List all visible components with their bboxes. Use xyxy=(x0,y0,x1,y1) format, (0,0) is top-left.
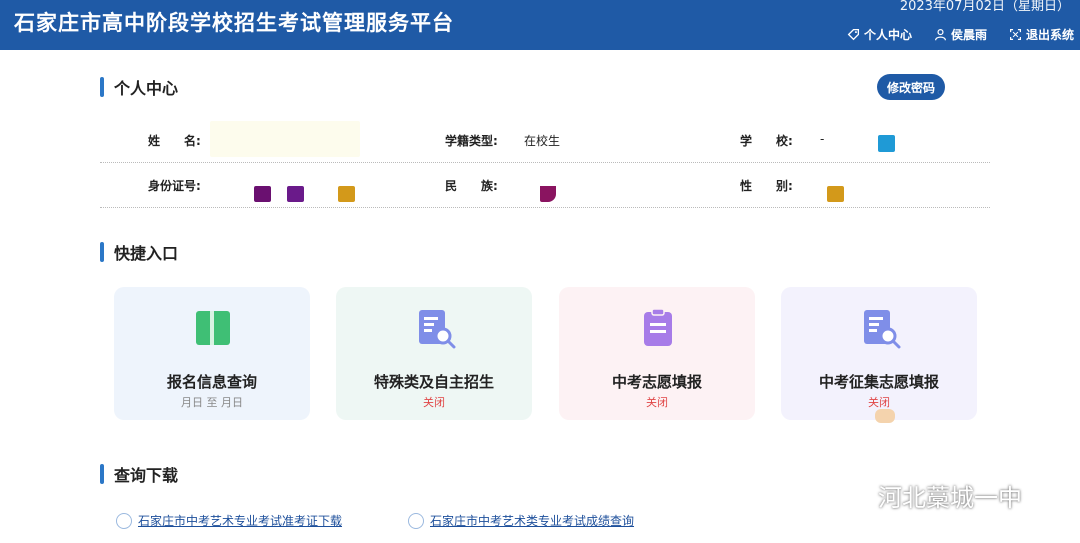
card-status: 月日 至 月日 xyxy=(181,396,243,409)
gender-redacted xyxy=(827,186,844,202)
id-redacted-1 xyxy=(254,186,271,202)
heading-accent-bar xyxy=(100,242,104,262)
heading-accent-bar xyxy=(100,464,104,484)
personal-center-heading: 个人中心 xyxy=(100,75,178,99)
card-title: 特殊类及自主招生 xyxy=(373,373,494,391)
watermark-text: 河北藁城一中 xyxy=(878,484,1022,512)
nav-logout[interactable]: 退出系统 xyxy=(1009,26,1074,43)
top-nav: 个人中心 侯晨雨 退出系统 xyxy=(847,26,1074,43)
card-status: 关闭 xyxy=(868,396,890,409)
card-status: 关闭 xyxy=(423,396,445,409)
user-icon xyxy=(934,29,946,41)
card-special-admission[interactable]: 特殊类及自主招生 关闭 xyxy=(336,287,532,420)
student-type-value: 在校生 xyxy=(524,134,561,148)
current-date: 2023年07月02日（星期日） xyxy=(899,0,1070,14)
id-redacted-3 xyxy=(338,186,355,202)
nav-personal-center[interactable]: 个人中心 xyxy=(847,26,912,43)
name-label: 姓 名: xyxy=(148,134,201,148)
card-status: 关闭 xyxy=(646,396,668,409)
cursor-redacted xyxy=(875,409,895,423)
shortcuts-heading: 快捷入口 xyxy=(100,240,178,264)
card-registration-query[interactable]: 报名信息查询 月日 至 月日 xyxy=(114,287,310,420)
ethnicity-label: 民 族: xyxy=(445,179,498,193)
tag-icon xyxy=(847,28,859,41)
download-icon xyxy=(116,512,132,529)
watermark: 河北藁城一中 xyxy=(838,478,1022,513)
id-number-label: 身份证号: xyxy=(148,179,201,193)
downloads-heading: 查询下载 xyxy=(100,462,178,486)
download-icon xyxy=(408,512,424,529)
document-search-icon xyxy=(864,310,901,349)
clipboard-icon xyxy=(644,308,672,346)
gender-label: 性 别: xyxy=(740,179,793,193)
download-link-label: 石家庄市中考艺术类专业考试成绩查询 xyxy=(430,514,635,528)
card-volunteer-filling[interactable]: 中考志愿填报 关闭 xyxy=(559,287,755,420)
school-value-redacted xyxy=(878,135,895,152)
personal-center-title: 个人中心 xyxy=(114,79,179,98)
info-row-1: 姓 名: 学籍类型: 在校生 学 校: - xyxy=(100,117,990,163)
nav-logout-label: 退出系统 xyxy=(1025,28,1074,42)
download-admission-ticket-link[interactable]: 石家庄市中考艺术专业考试准考证下载 xyxy=(116,512,342,529)
name-value-redacted xyxy=(210,121,360,157)
shortcuts-title: 快捷入口 xyxy=(114,244,179,263)
school-value: - xyxy=(820,132,825,146)
wechat-icon xyxy=(839,483,870,507)
nav-user[interactable]: 侯晨雨 xyxy=(934,26,987,43)
nav-personal-center-label: 个人中心 xyxy=(863,28,912,42)
score-query-link[interactable]: 石家庄市中考艺术类专业考试成绩查询 xyxy=(408,512,634,529)
heading-accent-bar xyxy=(100,77,104,97)
card-title: 报名信息查询 xyxy=(166,373,257,391)
change-password-button[interactable]: 修改密码 xyxy=(877,74,945,100)
card-supplementary-volunteer[interactable]: 中考征集志愿填报 关闭 xyxy=(781,287,977,420)
school-label: 学 校: xyxy=(740,134,793,148)
document-search-icon xyxy=(419,310,456,349)
card-title: 中考志愿填报 xyxy=(611,373,702,391)
card-title: 中考征集志愿填报 xyxy=(818,373,939,391)
id-redacted-2 xyxy=(287,186,304,202)
download-link-label: 石家庄市中考艺术专业考试准考证下载 xyxy=(138,514,343,528)
info-row-2: 身份证号: 民 族: 性 别: xyxy=(100,162,990,208)
nav-user-label: 侯晨雨 xyxy=(950,28,987,42)
book-icon xyxy=(196,311,230,345)
student-type-label: 学籍类型: xyxy=(445,134,498,148)
exit-icon xyxy=(1010,29,1021,40)
top-header: 石家庄市高中阶段学校招生考试管理服务平台 2023年07月02日（星期日） 个人… xyxy=(0,0,1080,50)
platform-title: 石家庄市高中阶段学校招生考试管理服务平台 xyxy=(14,11,454,35)
ethnicity-redacted xyxy=(540,186,556,202)
downloads-title: 查询下载 xyxy=(114,466,179,485)
